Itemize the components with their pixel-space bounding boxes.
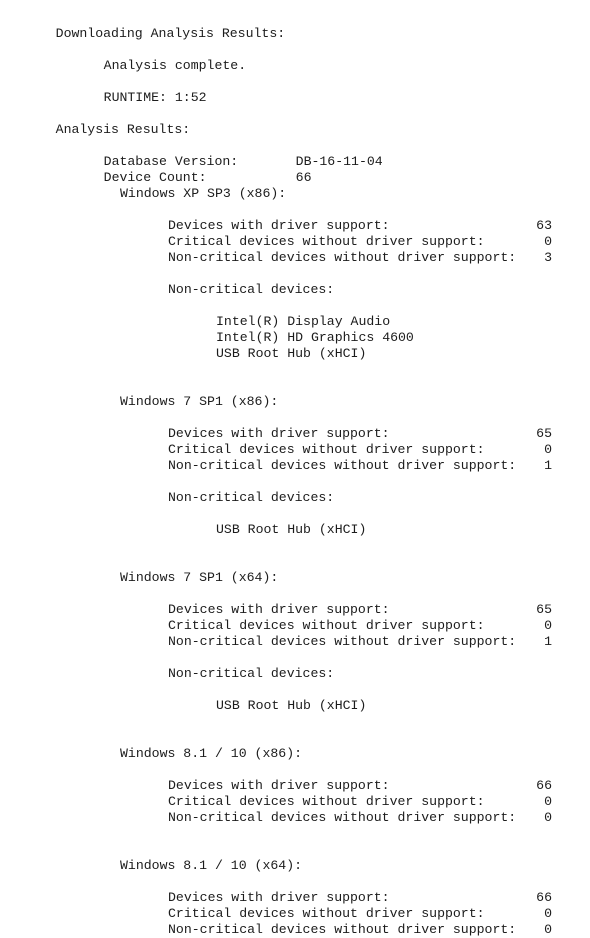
stat-row-critical: Critical devices without driver support:… xyxy=(0,442,552,458)
stat-row-critical: Critical devices without driver support:… xyxy=(0,618,552,634)
stat-row-critical-label: Critical devices without driver support: xyxy=(168,442,485,457)
stat-row-supported-value: 65 xyxy=(536,602,552,617)
device-count-value: 66 xyxy=(295,170,312,185)
stat-row-supported: Devices with driver support: 66 xyxy=(0,778,552,794)
stat-row-noncritical-value: 0 xyxy=(544,810,552,825)
device-list-item: Intel(R) HD Graphics 4600 xyxy=(0,330,414,346)
summary-row-database-version: Database Version: DB-16-11-04 xyxy=(0,138,496,169)
device-name: USB Root Hub (xHCI) xyxy=(216,346,367,361)
noncritical-devices-header-text: Non-critical devices: xyxy=(168,490,335,505)
stat-row-supported-value: 66 xyxy=(536,778,552,793)
platform-name: Windows 7 SP1 (x86): xyxy=(120,394,279,409)
device-name: USB Root Hub (xHCI) xyxy=(216,698,367,713)
stat-row-noncritical-value: 1 xyxy=(544,458,552,473)
stat-row-noncritical: Non-critical devices without driver supp… xyxy=(0,458,552,474)
stat-row-noncritical-label: Non-critical devices without driver supp… xyxy=(168,810,517,825)
stat-row-noncritical: Non-critical devices without driver supp… xyxy=(0,250,552,266)
stat-row-supported-value: 65 xyxy=(536,426,552,441)
summary-row-device-count: Device Count: 66 xyxy=(0,154,496,185)
stat-row-supported-label: Devices with driver support: xyxy=(168,218,390,233)
stat-row-supported: Devices with driver support: 63 xyxy=(0,218,552,234)
results-header: Analysis Results: xyxy=(0,106,191,137)
stat-row-supported: Devices with driver support: 65 xyxy=(0,426,552,442)
noncritical-devices-header: Non-critical devices: xyxy=(0,282,334,298)
noncritical-devices-header-text: Non-critical devices: xyxy=(168,282,335,297)
device-list-item: USB Root Hub (xHCI) xyxy=(0,698,366,714)
device-list-item: USB Root Hub (xHCI) xyxy=(0,522,366,538)
stat-row-critical-value: 0 xyxy=(544,618,552,633)
platform-name: Windows 8.1 / 10 (x86): xyxy=(120,746,303,761)
stat-row-critical-value: 0 xyxy=(544,442,552,457)
stat-row-critical-label: Critical devices without driver support: xyxy=(168,618,485,633)
platform-header: Windows 7 SP1 (x64): xyxy=(0,570,278,586)
stat-row-supported-label: Devices with driver support: xyxy=(168,426,390,441)
noncritical-devices-header-text: Non-critical devices: xyxy=(168,666,335,681)
noncritical-devices-header: Non-critical devices: xyxy=(0,666,334,682)
stat-row-critical-value: 0 xyxy=(544,794,552,809)
download-header-text: Downloading Analysis Results: xyxy=(55,26,286,41)
device-name: Intel(R) Display Audio xyxy=(216,314,391,329)
stat-row-critical-label: Critical devices without driver support: xyxy=(168,906,485,921)
device-list-item: USB Root Hub (xHCI) xyxy=(0,346,366,362)
stat-row-noncritical-value: 1 xyxy=(544,634,552,649)
stat-row-critical-value: 0 xyxy=(544,234,552,249)
device-name: Intel(R) HD Graphics 4600 xyxy=(216,330,414,345)
stat-row-critical: Critical devices without driver support:… xyxy=(0,906,552,922)
status-message-text: Analysis complete. xyxy=(103,58,247,73)
stat-row-supported-label: Devices with driver support: xyxy=(168,890,390,905)
stat-row-noncritical-value: 3 xyxy=(544,250,552,265)
status-message: Analysis complete. xyxy=(0,42,246,73)
stat-row-supported-label: Devices with driver support: xyxy=(168,778,390,793)
runtime-text: RUNTIME: 1:52 xyxy=(103,90,207,105)
stat-row-critical: Critical devices without driver support:… xyxy=(0,794,552,810)
stat-row-noncritical: Non-critical devices without driver supp… xyxy=(0,634,552,650)
noncritical-devices-header: Non-critical devices: xyxy=(0,490,334,506)
platform-name: Windows 7 SP1 (x64): xyxy=(120,570,279,585)
console-output: Downloading Analysis Results: Analysis c… xyxy=(0,0,590,937)
stat-row-noncritical-label: Non-critical devices without driver supp… xyxy=(168,634,517,649)
stat-row-noncritical-label: Non-critical devices without driver supp… xyxy=(168,250,517,265)
platform-header: Windows 8.1 / 10 (x64): xyxy=(0,858,302,874)
stat-row-critical-label: Critical devices without driver support: xyxy=(168,794,485,809)
stat-row-critical-value: 0 xyxy=(544,906,552,921)
stat-row-critical: Critical devices without driver support:… xyxy=(0,234,552,250)
device-list-item: Intel(R) Display Audio xyxy=(0,314,390,330)
device-name: USB Root Hub (xHCI) xyxy=(216,522,367,537)
stat-row-noncritical: Non-critical devices without driver supp… xyxy=(0,922,552,938)
platform-name: Windows XP SP3 (x86): xyxy=(120,186,287,201)
stat-row-supported-value: 63 xyxy=(536,218,552,233)
results-header-text: Analysis Results: xyxy=(55,122,191,137)
stat-row-noncritical-label: Non-critical devices without driver supp… xyxy=(168,458,517,473)
platform-header: Windows XP SP3 (x86): xyxy=(0,186,286,202)
download-header: Downloading Analysis Results: xyxy=(0,10,286,41)
runtime-line: RUNTIME: 1:52 xyxy=(0,74,207,105)
stat-row-critical-label: Critical devices without driver support: xyxy=(168,234,485,249)
stat-row-supported: Devices with driver support: 66 xyxy=(0,890,552,906)
platform-header: Windows 8.1 / 10 (x86): xyxy=(0,746,302,762)
platform-name: Windows 8.1 / 10 (x64): xyxy=(120,858,303,873)
stat-row-supported: Devices with driver support: 65 xyxy=(0,602,552,618)
platform-header: Windows 7 SP1 (x86): xyxy=(0,394,278,410)
stat-row-noncritical-value: 0 xyxy=(544,922,552,937)
stat-row-noncritical: Non-critical devices without driver supp… xyxy=(0,810,552,826)
stat-row-supported-value: 66 xyxy=(536,890,552,905)
device-count-label: Device Count: xyxy=(103,170,207,185)
stat-row-noncritical-label: Non-critical devices without driver supp… xyxy=(168,922,517,937)
stat-row-supported-label: Devices with driver support: xyxy=(168,602,390,617)
